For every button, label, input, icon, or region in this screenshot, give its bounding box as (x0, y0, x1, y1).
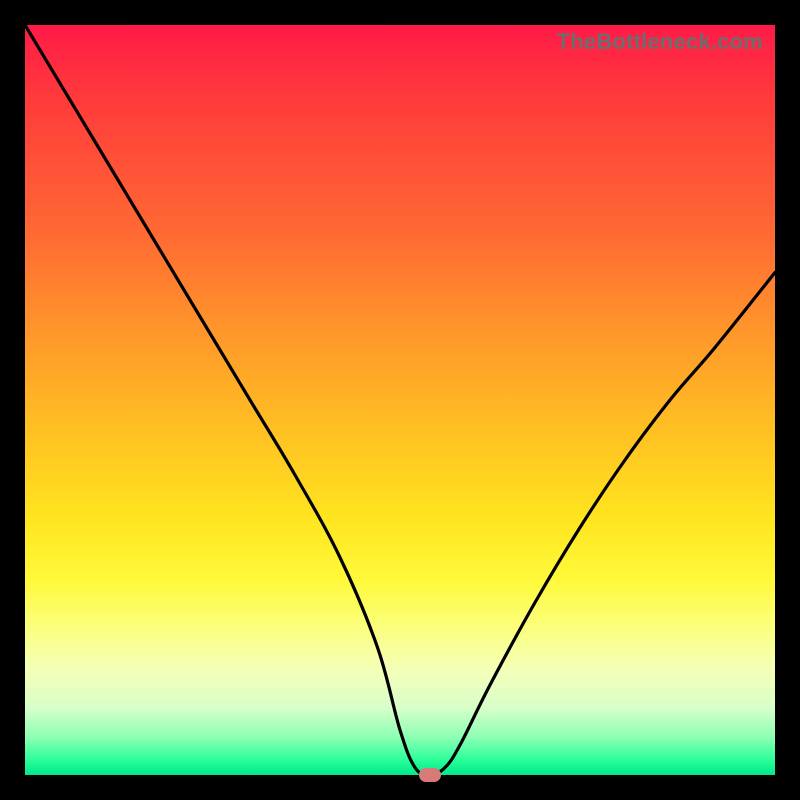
curve-path (25, 25, 775, 775)
bottleneck-curve (25, 25, 775, 775)
optimal-marker (419, 768, 441, 782)
plot-area: TheBottleneck.com (25, 25, 775, 775)
chart-frame: TheBottleneck.com (0, 0, 800, 800)
